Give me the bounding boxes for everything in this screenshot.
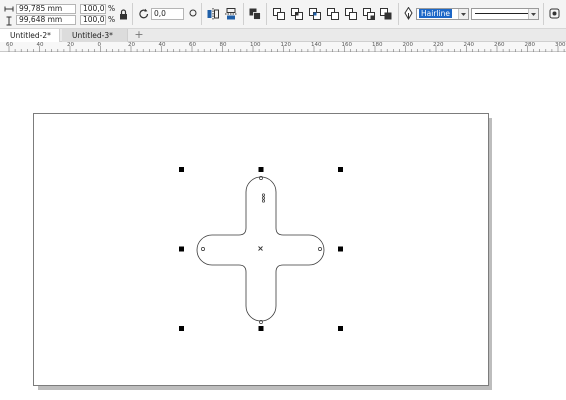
add-tab-button[interactable]: + (130, 29, 148, 42)
selected-shape-layer (179, 167, 343, 331)
ruler-label: 100 (250, 42, 261, 48)
chevron-down-icon (461, 13, 466, 16)
width-field[interactable]: 99,785 mm (16, 4, 76, 14)
ruler-label: 240 (463, 42, 475, 48)
tab-untitled-3[interactable]: Untitled-3* (62, 29, 128, 42)
dropdown-arrow (528, 9, 538, 19)
percent-y-label: % (108, 15, 116, 24)
selection-handle-top-left[interactable] (179, 167, 184, 172)
mirror-horizontal-icon[interactable] (207, 8, 219, 20)
ruler-label: 300 (555, 42, 566, 48)
ruler-label: 80 (219, 42, 227, 48)
ruler-label: 200 (402, 42, 414, 48)
tab-untitled-2[interactable]: Untitled-2* (0, 29, 60, 42)
width-icon (4, 6, 14, 12)
height-field[interactable]: 99,648 mm (16, 15, 76, 25)
selection-handle-left[interactable] (179, 246, 184, 252)
ruler-label: 40 (158, 42, 166, 48)
rotation-field[interactable]: 0,0 (151, 8, 184, 20)
trim-icon[interactable] (291, 8, 303, 20)
separator (543, 3, 544, 25)
front-minus-back-icon[interactable] (345, 8, 357, 20)
selection-handle-bottom[interactable] (258, 326, 264, 331)
line-style-preview (475, 13, 528, 14)
ruler-label: 220 (433, 42, 444, 48)
horizontal-ruler[interactable]: 60 40 20 0 20 40 60 80 100 120 140 160 180 200 220 240 2… (0, 42, 566, 52)
selection-handle-bottom-right[interactable] (338, 326, 343, 331)
rotation-center-icon[interactable] (189, 9, 197, 17)
dropdown-arrow (458, 9, 468, 19)
selection-handle-right[interactable] (338, 246, 343, 252)
weld-icon[interactable] (273, 8, 285, 20)
chevron-down-icon (531, 13, 536, 16)
pen-icon (404, 7, 413, 20)
outline-width-dropdown[interactable]: Hairline (416, 8, 469, 20)
ruler-label: 20 (128, 42, 135, 48)
ruler-label: 120 (280, 42, 292, 48)
separator (398, 3, 399, 25)
separator (132, 3, 133, 25)
back-minus-front-icon[interactable] (363, 8, 375, 20)
ruler-label: 0 (97, 42, 102, 48)
combine-icon[interactable] (249, 8, 261, 20)
ruler-label: 60 (189, 42, 196, 48)
separator (266, 3, 267, 25)
height-icon (6, 16, 12, 26)
selection-handle-top-right[interactable] (338, 167, 343, 172)
ruler-label: 140 (311, 42, 322, 48)
drawing-canvas[interactable] (0, 52, 566, 400)
intersect-icon[interactable] (309, 8, 321, 20)
selection-handle-top[interactable] (258, 167, 264, 172)
convert-to-curves-icon[interactable] (549, 8, 561, 20)
outline-width-value: Hairline (419, 9, 452, 18)
ruler-label: 280 (524, 42, 536, 48)
percent-x-label: % (108, 4, 116, 13)
ruler-label: 260 (494, 42, 505, 48)
ruler-label: 180 (372, 42, 383, 48)
simplify-icon[interactable] (327, 8, 339, 20)
separator (243, 3, 244, 25)
scale-y-field[interactable]: 100,0 (80, 15, 106, 25)
rotate-icon (139, 8, 149, 19)
create-boundary-icon[interactable] (380, 8, 392, 20)
ruler-label: 20 (67, 42, 74, 48)
ruler-label: 40 (36, 42, 44, 48)
ruler-label: 160 (341, 42, 353, 48)
lock-icon[interactable] (119, 9, 128, 20)
ruler-label: 60 (6, 42, 13, 48)
line-style-dropdown[interactable] (471, 8, 539, 20)
mirror-vertical-icon[interactable] (225, 8, 237, 20)
separator (201, 3, 202, 25)
property-bar: 99,785 mm 99,648 mm 100,0 100,0 % % 0,0 (0, 0, 566, 29)
app-window: 99,785 mm 99,648 mm 100,0 100,0 % % 0,0 (0, 0, 566, 400)
selection-handle-bottom-left[interactable] (179, 326, 184, 331)
document-tab-bar: Untitled-2* Untitled-3* + (0, 29, 566, 42)
scale-x-field[interactable]: 100,0 (80, 4, 106, 14)
